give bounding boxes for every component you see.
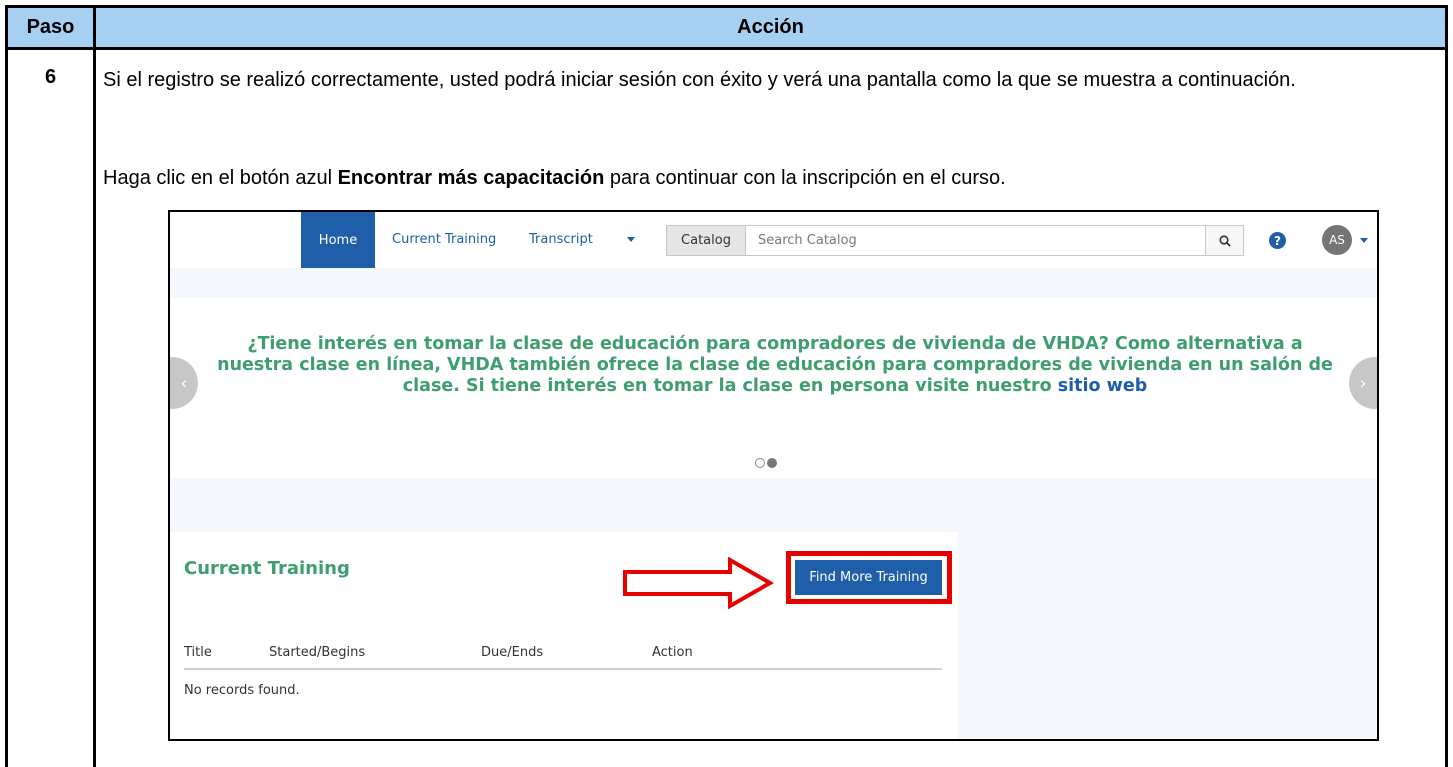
instruction-paragraph-1: Si el registro se realizó correctamente,…: [103, 69, 1296, 91]
user-menu-caret-icon[interactable]: [1360, 238, 1368, 243]
instruction-text-after: para continuar con la inscripción en el …: [604, 167, 1006, 189]
transcript-dropdown-caret-icon[interactable]: [627, 237, 635, 242]
instruction-text-before: Haga clic en el botón azul: [103, 167, 338, 189]
announcement-text: ¿Tiene interés en tomar la clase de educ…: [210, 334, 1340, 397]
carousel-indicators: [755, 458, 777, 468]
announcement-carousel: ‹ ¿Tiene interés en tomar la clase de ed…: [170, 298, 1377, 478]
nav-transcript-link[interactable]: Transcript: [529, 232, 593, 247]
annotation-arrow-icon: [623, 557, 774, 609]
help-icon[interactable]: ?: [1269, 232, 1286, 249]
carousel-prev-button[interactable]: ‹: [170, 357, 198, 409]
column-header-action[interactable]: Action: [652, 645, 693, 660]
search-catalog-input[interactable]: [746, 225, 1206, 256]
empty-table-message: No records found.: [184, 683, 300, 698]
nav-current-training-link[interactable]: Current Training: [392, 232, 496, 247]
column-header-title[interactable]: Title: [184, 645, 212, 660]
annotation-highlight-box: [786, 551, 952, 604]
website-link[interactable]: sitio web: [1058, 376, 1147, 396]
step-number: 6: [44, 66, 57, 88]
instruction-bold-button-name: Encontrar más capacitación: [337, 167, 605, 189]
step-column: 6: [8, 50, 96, 767]
header-step-label: Paso: [26, 16, 75, 38]
nav-home-tab[interactable]: Home: [301, 212, 375, 268]
current-training-title: Current Training: [184, 558, 350, 579]
header-step: Paso: [8, 8, 96, 50]
header-action: Acción: [96, 8, 1445, 50]
search-button[interactable]: [1206, 225, 1244, 256]
column-header-due[interactable]: Due/Ends: [481, 645, 543, 660]
announcement-body: ¿Tiene interés en tomar la clase de educ…: [217, 334, 1333, 396]
header-action-label: Acción: [737, 16, 804, 38]
carousel-next-button[interactable]: ›: [1349, 357, 1377, 409]
top-nav: Home Current Training Transcript Catalog…: [170, 212, 1377, 268]
user-avatar[interactable]: AS: [1322, 225, 1352, 255]
embedded-screenshot: Home Current Training Transcript Catalog…: [168, 210, 1379, 741]
catalog-button[interactable]: Catalog: [666, 225, 746, 256]
instruction-paragraph-2: Haga clic en el botón azul Encontrar más…: [103, 165, 1443, 191]
table-header-divider: [184, 668, 942, 670]
carousel-dot-2-active[interactable]: [767, 458, 777, 468]
current-training-card: Current Training Find More Training Titl…: [170, 532, 958, 739]
column-header-started[interactable]: Started/Begins: [269, 645, 365, 660]
carousel-dot-1[interactable]: [755, 458, 765, 468]
search-icon: [1218, 234, 1231, 247]
